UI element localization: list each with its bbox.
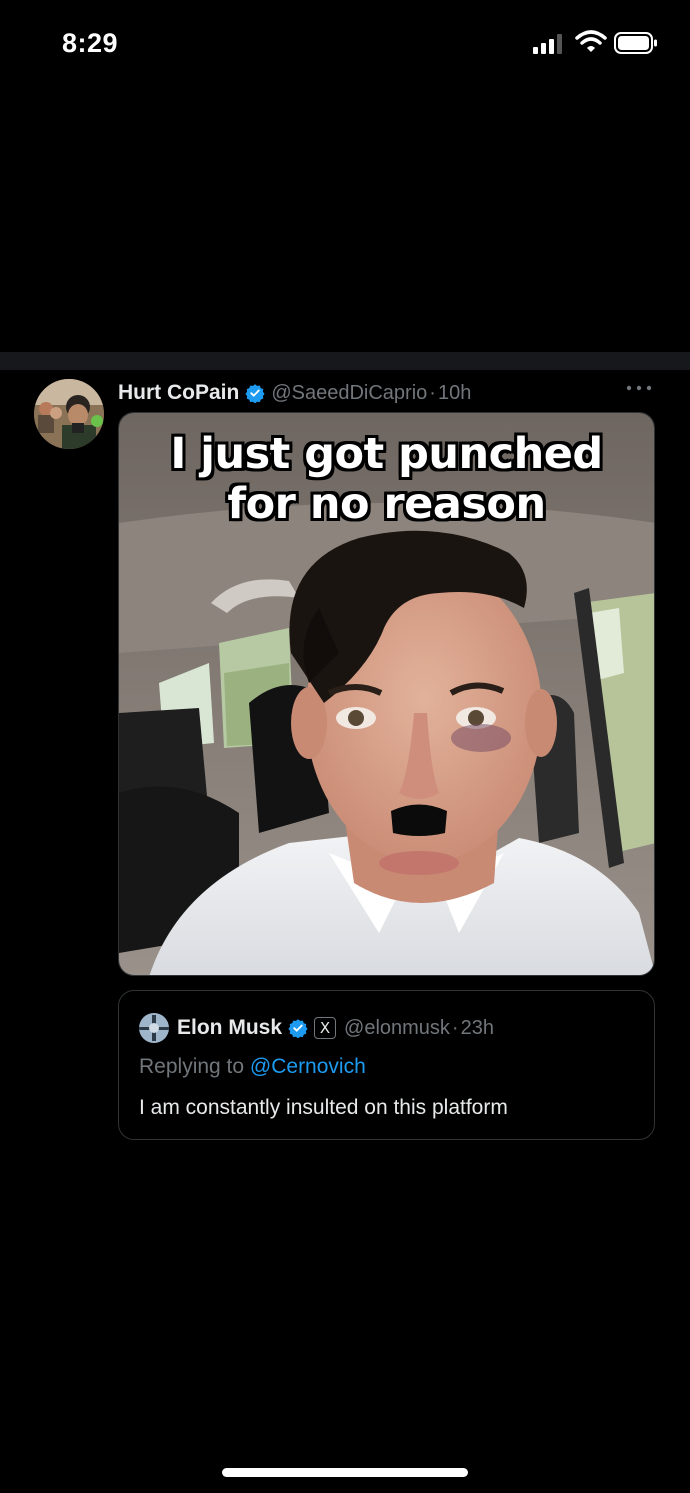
signal-icon <box>533 34 562 54</box>
media-caption-line-1: I just got punched <box>170 429 603 479</box>
wifi-icon <box>575 30 607 52</box>
media-caption-line-2: for no reason <box>227 479 546 529</box>
replying-to-prefix: Replying to <box>139 1055 245 1078</box>
separator-dot: · <box>451 1016 459 1039</box>
author-name[interactable]: Hurt CoPain <box>118 381 239 405</box>
tweet-header: Hurt CoPain @SaeedDiCaprio · 10h <box>118 378 471 408</box>
tweet-media-image[interactable]: I just got punched for no reason <box>118 412 655 976</box>
quoted-avatar[interactable] <box>139 1013 169 1043</box>
tweet-timestamp[interactable]: 10h <box>438 382 471 405</box>
reply-mention-link[interactable]: @Cernovich <box>250 1055 366 1078</box>
verified-icon <box>288 1019 308 1038</box>
section-divider <box>0 352 690 370</box>
quoted-author-name[interactable]: Elon Musk <box>177 1016 282 1040</box>
tweet[interactable]: Hurt CoPain @SaeedDiCaprio · 10h I just … <box>0 370 690 1160</box>
verified-icon <box>245 384 265 403</box>
quoted-tweet[interactable]: Elon Musk X @elonmusk · 23h Replying to … <box>118 990 655 1140</box>
battery-icon <box>614 32 657 54</box>
quoted-timestamp[interactable]: 23h <box>461 1017 494 1040</box>
quoted-tweet-header: Elon Musk X @elonmusk · 23h <box>139 1013 494 1043</box>
quoted-author-handle[interactable]: @elonmusk <box>344 1017 450 1040</box>
replying-to: Replying to @Cernovich <box>139 1055 366 1079</box>
home-indicator[interactable] <box>222 1468 468 1477</box>
status-time: 8:29 <box>62 28 119 58</box>
separator-dot: · <box>429 381 436 404</box>
avatar[interactable] <box>34 379 104 449</box>
quoted-tweet-text: I am constantly insulted on this platfor… <box>139 1096 508 1119</box>
affiliation-badge: X <box>314 1017 337 1039</box>
more-icon[interactable] <box>624 384 654 392</box>
author-handle[interactable]: @SaeedDiCaprio <box>271 382 427 405</box>
status-bar: 8:29 <box>0 0 690 90</box>
